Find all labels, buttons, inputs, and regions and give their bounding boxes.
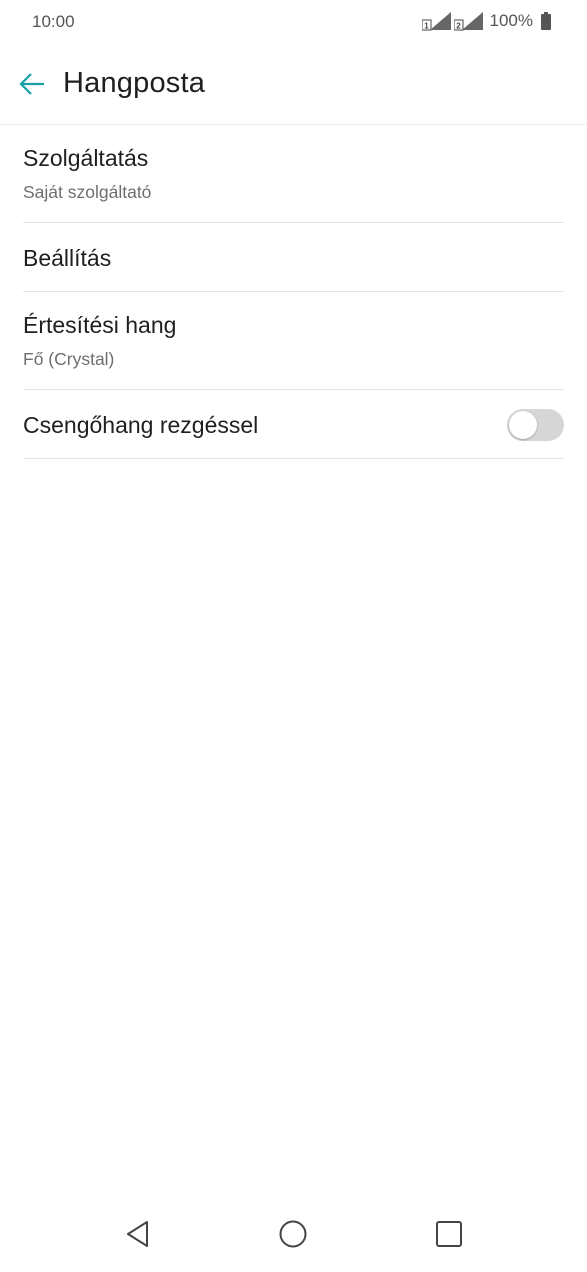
setting-item-title: Csengőhang rezgéssel (23, 412, 259, 438)
settings-list: Szolgáltatás Saját szolgáltató Beállítás… (0, 125, 587, 459)
sim2-label: 2 (456, 22, 461, 31)
navigation-bar (0, 1200, 587, 1272)
setting-item-setup[interactable]: Beállítás (23, 223, 564, 292)
setting-item-title: Értesítési hang (23, 312, 177, 338)
status-time: 10:00 (32, 12, 75, 31)
setting-item-service[interactable]: Szolgáltatás Saját szolgáltató (23, 125, 564, 223)
battery-icon (541, 12, 551, 30)
recents-square-icon (434, 1219, 464, 1254)
signal-sim2-icon: 2 (453, 11, 484, 31)
sim1-label: 1 (424, 22, 429, 31)
setting-item-title: Szolgáltatás (23, 145, 149, 171)
back-button[interactable] (14, 68, 50, 104)
battery-percent: 100% (489, 11, 533, 30)
back-triangle-icon (123, 1219, 153, 1254)
app-bar: Hangposta (0, 48, 587, 125)
status-icons: 1 2 100% (421, 11, 551, 31)
setting-item-vibrate-with-ringtone[interactable]: Csengőhang rezgéssel (23, 390, 564, 459)
setting-item-title: Beállítás (23, 245, 112, 271)
home-circle-icon (278, 1219, 308, 1254)
page-title: Hangposta (63, 67, 206, 99)
nav-recents-button[interactable] (429, 1216, 469, 1256)
nav-back-button[interactable] (118, 1216, 158, 1256)
signal-sim1-icon: 1 (421, 11, 452, 31)
vibrate-toggle[interactable] (507, 409, 564, 441)
setting-item-notification-sound[interactable]: Értesítési hang Fő (Crystal) (23, 292, 564, 390)
setting-item-subtitle: Fő (Crystal) (23, 349, 115, 369)
toggle-knob (509, 411, 537, 439)
nav-home-button[interactable] (273, 1216, 313, 1256)
back-arrow-icon (19, 72, 45, 100)
setting-item-subtitle: Saját szolgáltató (23, 182, 152, 202)
status-bar: 10:00 1 2 100% (0, 0, 587, 44)
